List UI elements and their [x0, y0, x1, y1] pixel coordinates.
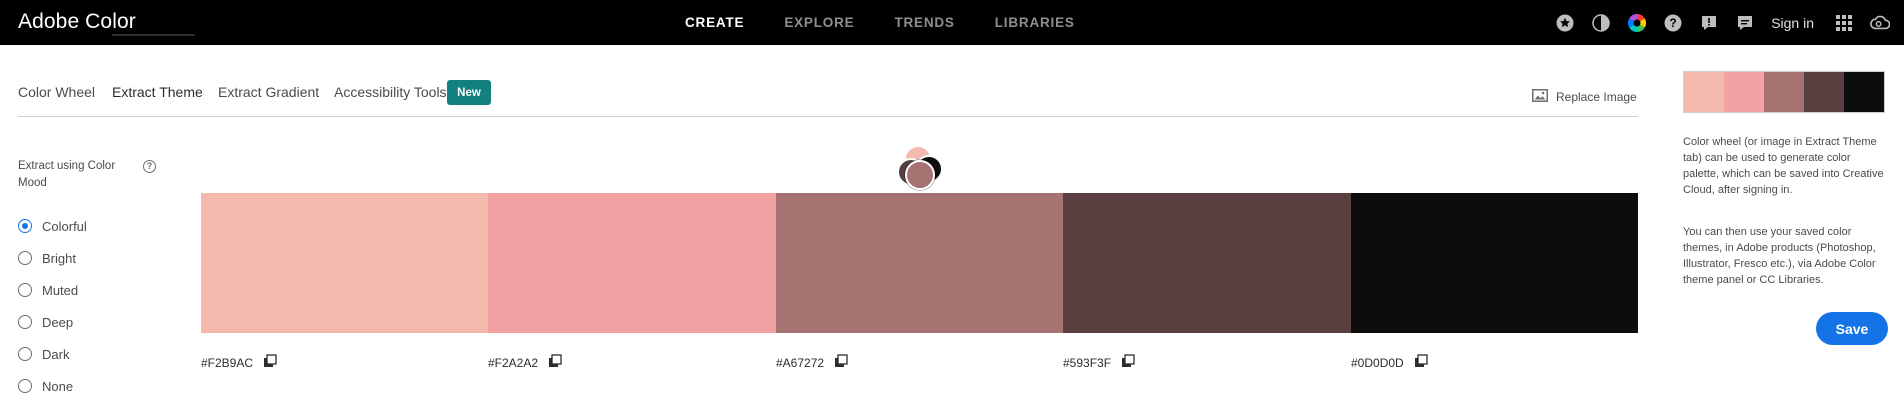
mood-muted[interactable]: Muted [18, 274, 87, 306]
replace-image-button[interactable]: Replace Image [1532, 89, 1637, 105]
creative-cloud-icon[interactable] [1870, 13, 1890, 33]
nav-trends[interactable]: TRENDS [894, 15, 954, 30]
copy-icon[interactable] [263, 354, 277, 371]
hex-value[interactable]: #A67272 [776, 356, 824, 370]
saved-palette-preview[interactable] [1683, 71, 1885, 113]
hex-item-5: #0D0D0D [1351, 354, 1428, 371]
sidebar-info-text: You can then use your saved color themes… [1683, 226, 1876, 286]
radio-dark[interactable] [18, 347, 32, 361]
mood-dark[interactable]: Dark [18, 338, 87, 370]
swatch-5[interactable] [1350, 193, 1638, 333]
app-title[interactable]: Adobe Color [18, 10, 136, 34]
feedback-icon[interactable] [1699, 13, 1719, 33]
hex-values: #F2B9AC #F2A2A2 #A67272 #593F3F #0D0D0D [201, 354, 1638, 374]
copy-icon[interactable] [1121, 354, 1135, 371]
radio-bright[interactable] [18, 251, 32, 265]
color-picker-handles[interactable] [895, 145, 945, 195]
mood-label: Dark [42, 346, 70, 362]
mood-label: Bright [42, 250, 76, 266]
hex-value[interactable]: #F2B9AC [201, 356, 253, 370]
replace-image-label: Replace Image [1556, 90, 1637, 104]
tab-accessibility-tools[interactable]: Accessibility Tools [334, 84, 447, 100]
color-mood-options: Colorful Bright Muted Deep Dark None [18, 210, 87, 402]
save-button[interactable]: Save [1816, 312, 1888, 345]
sign-in-link[interactable]: Sign in [1771, 15, 1814, 31]
mood-none[interactable]: None [18, 370, 87, 402]
mood-label: Muted [42, 282, 79, 298]
radio-colorful[interactable] [18, 219, 32, 233]
hex-item-1: #F2B9AC [201, 354, 277, 371]
mood-label: Deep [42, 314, 74, 330]
nav-explore[interactable]: EXPLORE [784, 15, 854, 30]
hex-item-4: #593F3F [1063, 354, 1135, 371]
mood-bright[interactable]: Bright [18, 242, 87, 274]
svg-text:?: ? [1670, 16, 1677, 30]
top-icons: ? Sign in [1539, 0, 1890, 45]
new-badge: New [447, 80, 491, 105]
hex-value[interactable]: #0D0D0D [1351, 356, 1404, 370]
tabs-divider [18, 116, 1638, 117]
hex-value[interactable]: #593F3F [1063, 356, 1111, 370]
mood-label: Colorful [42, 218, 87, 234]
copy-icon[interactable] [1414, 354, 1428, 371]
top-bar: Adobe Color CREATE EXPLORE TRENDS LIBRAR… [0, 0, 1904, 45]
radio-deep[interactable] [18, 315, 32, 329]
mood-colorful[interactable]: Colorful [18, 210, 87, 242]
preview-swatch [1764, 72, 1804, 112]
handle-swatch-3[interactable] [905, 160, 935, 190]
info-help-icon[interactable]: ? [143, 160, 156, 173]
hex-item-2: #F2A2A2 [488, 354, 562, 371]
star-icon[interactable] [1555, 13, 1575, 33]
mode-tabs: Color Wheel Extract Theme Extract Gradie… [18, 80, 1638, 118]
tab-color-wheel[interactable]: Color Wheel [18, 84, 95, 100]
swatch-4[interactable] [1063, 193, 1351, 333]
top-nav: CREATE EXPLORE TRENDS LIBRARIES [685, 0, 1115, 45]
radio-none[interactable] [18, 379, 32, 393]
radio-muted[interactable] [18, 283, 32, 297]
hex-value[interactable]: #F2A2A2 [488, 356, 538, 370]
preview-swatch [1804, 72, 1844, 112]
sidebar-help-text: Color wheel (or image in Extract Theme t… [1683, 136, 1884, 196]
active-tab-indicator [112, 34, 195, 36]
preview-swatch [1724, 72, 1764, 112]
swatch-2[interactable] [488, 193, 776, 333]
tab-extract-gradient[interactable]: Extract Gradient [218, 84, 319, 100]
color-wheel-icon[interactable] [1627, 13, 1647, 33]
copy-icon[interactable] [834, 354, 848, 371]
nav-create[interactable]: CREATE [685, 15, 744, 30]
chat-icon[interactable] [1735, 13, 1755, 33]
copy-icon[interactable] [548, 354, 562, 371]
image-icon [1532, 89, 1548, 105]
help-icon[interactable]: ? [1663, 13, 1683, 33]
apps-grid-icon[interactable] [1834, 13, 1854, 33]
tab-extract-theme[interactable]: Extract Theme [112, 84, 203, 100]
extract-mood-label: Extract using Color Mood [18, 160, 116, 189]
nav-libraries[interactable]: LIBRARIES [995, 15, 1075, 30]
preview-swatch [1844, 72, 1884, 112]
swatch-3[interactable] [775, 193, 1064, 333]
theme-toggle-icon[interactable] [1591, 13, 1611, 33]
mood-deep[interactable]: Deep [18, 306, 87, 338]
palette-swatches [201, 193, 1638, 333]
mood-label: None [42, 378, 74, 394]
preview-swatch [1684, 72, 1724, 112]
swatch-1[interactable] [201, 193, 489, 333]
hex-item-3: #A67272 [776, 354, 848, 371]
